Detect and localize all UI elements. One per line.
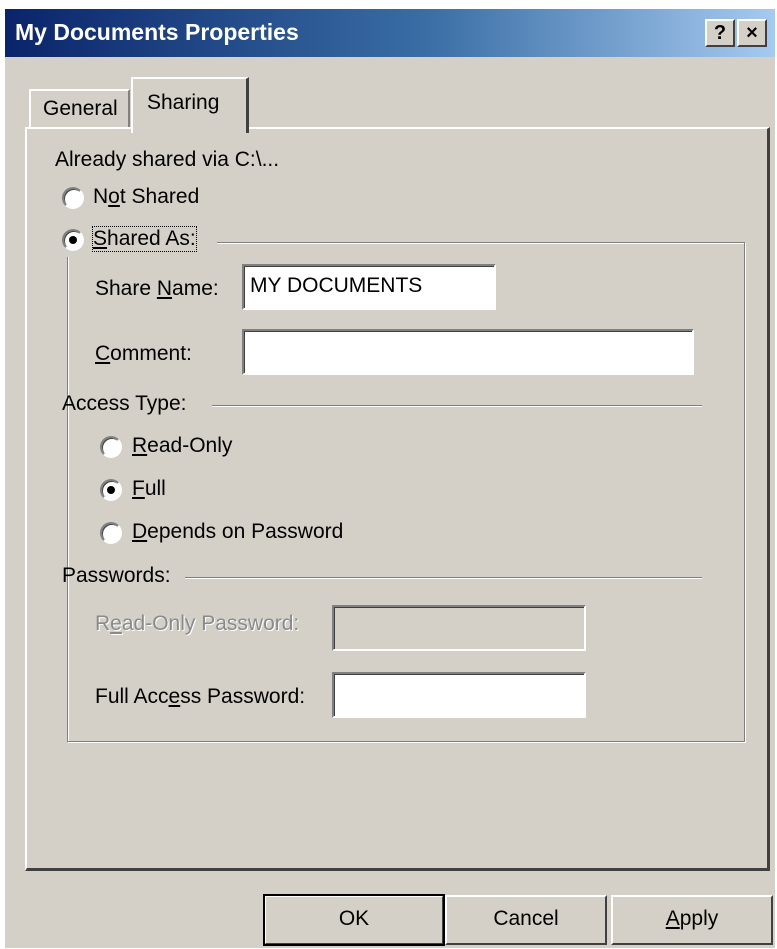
read-only-radio[interactable]: [100, 436, 122, 458]
apply-button[interactable]: Apply: [611, 895, 773, 945]
share-name-label: Share Name:: [95, 277, 219, 300]
title-bar[interactable]: My Documents Properties ? ×: [5, 9, 775, 57]
sharing-panel: Already shared via C:\... Not Shared Sha…: [25, 127, 770, 871]
read-only-password-field[interactable]: [332, 605, 586, 651]
read-only-label[interactable]: Read-Only: [132, 434, 232, 458]
properties-dialog: My Documents Properties ? × General Shar…: [4, 8, 775, 948]
full-radio[interactable]: [100, 479, 122, 501]
already-shared-label: Already shared via C:\...: [55, 148, 280, 171]
shared-as-group: [67, 242, 745, 742]
full-access-password-label: Full Access Password:: [95, 685, 306, 708]
depends-on-password-radio[interactable]: [100, 522, 122, 544]
full-label[interactable]: Full: [132, 477, 166, 501]
read-only-password-label: Read-Only Password:: [95, 612, 300, 635]
window-title: My Documents Properties: [15, 19, 299, 45]
close-button[interactable]: ×: [737, 19, 767, 47]
passwords-label: Passwords:: [62, 564, 171, 587]
passwords-divider: [185, 577, 702, 579]
access-type-divider: [212, 405, 702, 407]
tab-general[interactable]: General: [29, 89, 130, 129]
help-button[interactable]: ?: [705, 19, 735, 47]
not-shared-label[interactable]: Not Shared: [93, 185, 199, 209]
shared-as-radio[interactable]: [62, 229, 84, 251]
tab-sharing[interactable]: Sharing: [131, 77, 249, 133]
share-name-field[interactable]: MY DOCUMENTS: [242, 264, 496, 310]
access-type-label: Access Type:: [62, 392, 187, 415]
not-shared-radio[interactable]: [62, 187, 84, 209]
depends-on-password-label[interactable]: Depends on Password: [132, 520, 343, 544]
ok-button[interactable]: OK: [263, 894, 445, 946]
cancel-button[interactable]: Cancel: [445, 895, 607, 945]
comment-field[interactable]: [242, 329, 694, 375]
shared-as-label[interactable]: Shared As:: [92, 226, 197, 252]
full-access-password-field[interactable]: [332, 672, 586, 718]
comment-label: Comment:: [95, 342, 192, 365]
